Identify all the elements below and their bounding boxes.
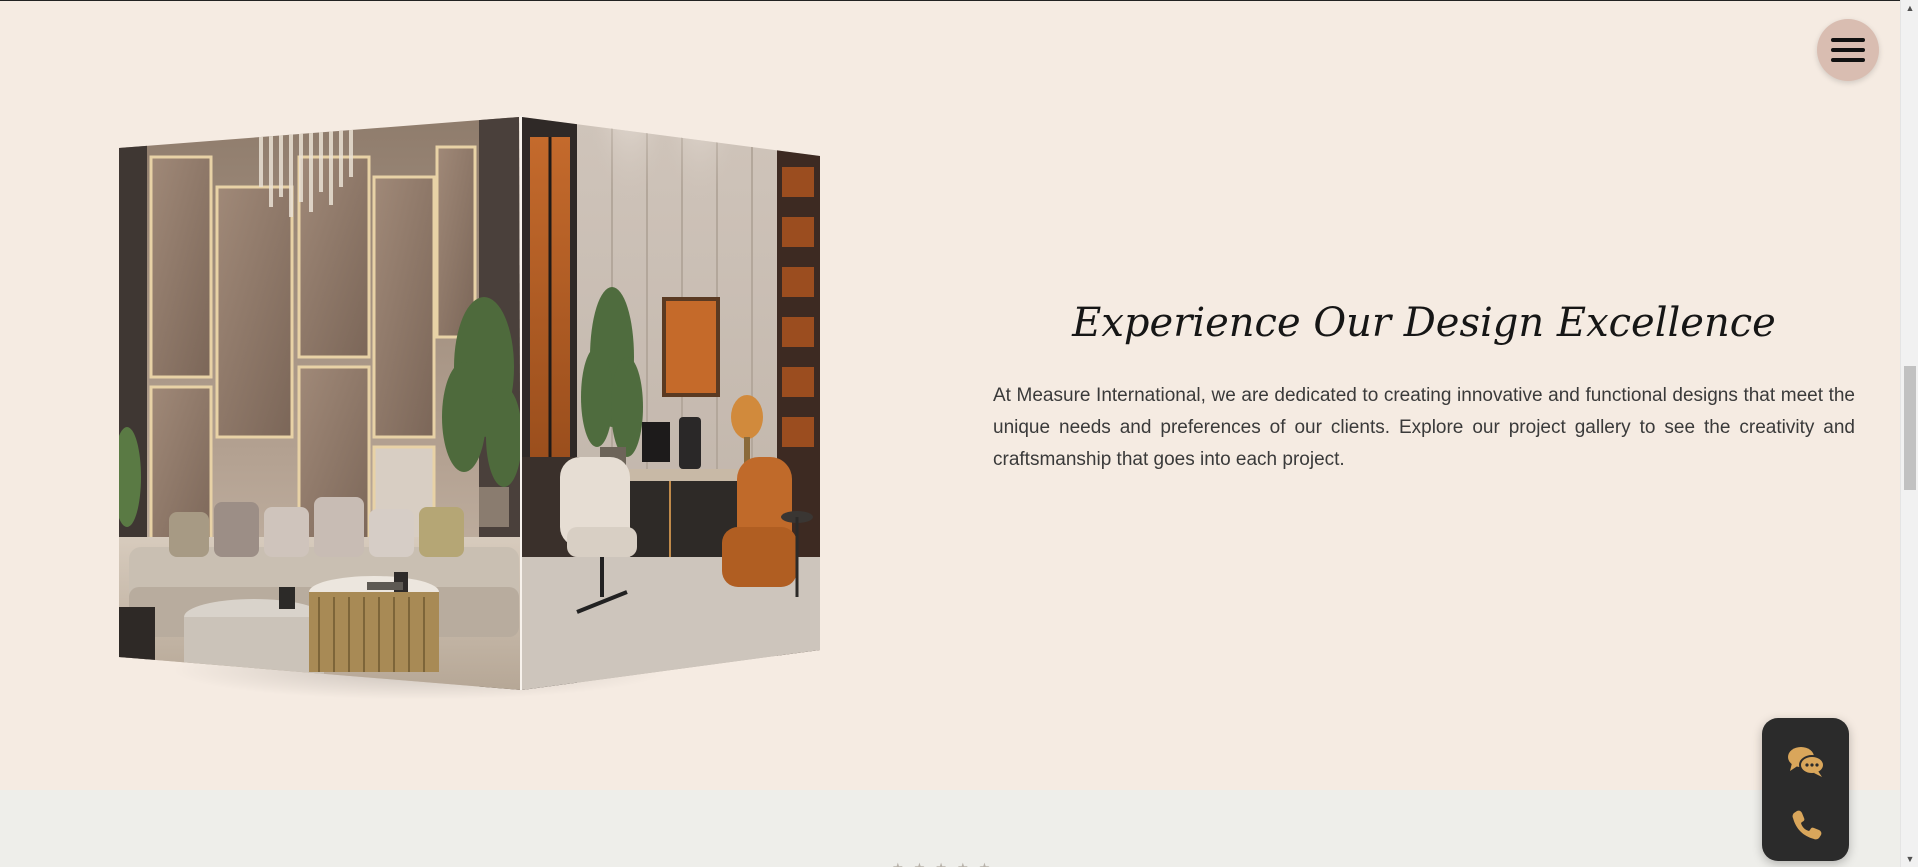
rating-stars: ★★★★★: [892, 860, 1000, 867]
hamburger-menu-icon: [1831, 48, 1865, 52]
section-description: At Measure International, we are dedicat…: [993, 385, 1855, 470]
living-room-image: [119, 117, 521, 690]
scroll-down-arrow-icon[interactable]: ▼: [1901, 852, 1918, 866]
chat-bubbles-icon: [1788, 747, 1825, 777]
chat-button[interactable]: [1784, 740, 1828, 784]
gallery-face-living-room[interactable]: [119, 117, 521, 690]
hamburger-menu-button[interactable]: [1817, 19, 1879, 81]
scroll-up-arrow-icon[interactable]: ▲: [1901, 1, 1918, 15]
next-section: [0, 790, 1900, 867]
gallery-face-office[interactable]: [522, 117, 820, 690]
scrollbar-thumb[interactable]: [1904, 366, 1916, 490]
office-image: [522, 117, 820, 690]
contact-widget: [1762, 718, 1849, 861]
hamburger-menu-icon: [1831, 38, 1865, 42]
page-scrollbar[interactable]: ▲ ▼: [1900, 0, 1918, 867]
hamburger-menu-icon: [1831, 58, 1865, 62]
phone-icon: [1792, 810, 1822, 840]
page: Experience Our Design Excellence At Meas…: [0, 0, 1918, 867]
section-heading: Experience Our Design Excellence: [1072, 300, 1776, 346]
phone-button[interactable]: [1784, 802, 1828, 846]
